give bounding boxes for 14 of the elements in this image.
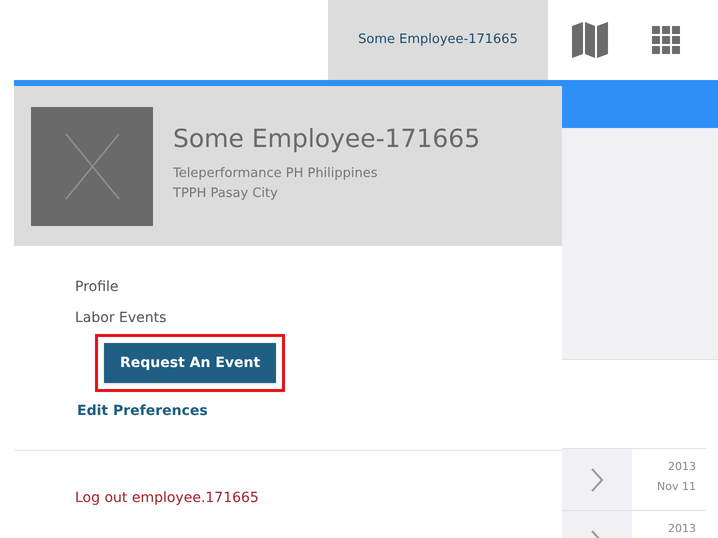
menu-item[interactable]: Profile	[75, 274, 119, 300]
event-year: 2013	[668, 459, 696, 475]
request-event-button[interactable]: Request An Event	[104, 343, 276, 383]
apps-grid-icon[interactable]	[652, 26, 680, 54]
user-tab[interactable]: Some Employee-171665	[328, 0, 548, 80]
edit-preferences-link[interactable]: Edit Preferences	[77, 397, 208, 425]
site-name: TPPH Pasay City	[173, 184, 279, 203]
map-icon[interactable]	[570, 21, 610, 59]
company-name: Teleperformance PH Philippines	[173, 165, 379, 184]
event-date: Nov 11	[657, 479, 696, 495]
menu-item[interactable]: Labor Events	[75, 305, 166, 331]
logout-link[interactable]: Log out employee.171665	[75, 488, 259, 509]
event-year: 2013	[668, 521, 696, 537]
employee-name: Some Employee-171665	[173, 123, 480, 154]
